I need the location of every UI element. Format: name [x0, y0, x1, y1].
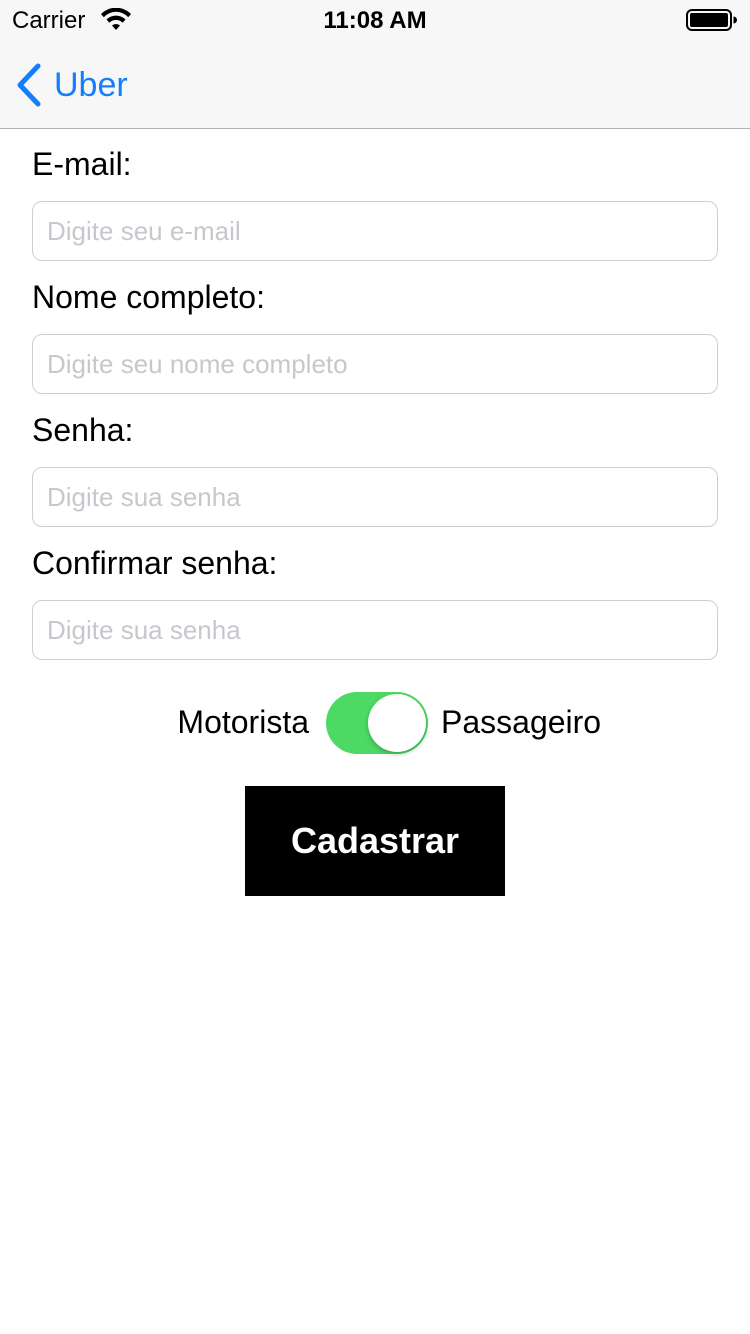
- chevron-left-icon: [17, 63, 41, 107]
- full-name-field[interactable]: [32, 334, 718, 394]
- switch-knob: [368, 694, 426, 752]
- navigation-bar: Uber: [0, 40, 750, 129]
- password-field[interactable]: [32, 467, 718, 527]
- password-label: Senha:: [32, 412, 134, 448]
- email-field[interactable]: [32, 201, 718, 261]
- passenger-label: Passageiro: [441, 704, 602, 740]
- back-button-label: Uber: [54, 65, 128, 104]
- register-button[interactable]: Cadastrar: [245, 786, 505, 896]
- full-name-label: Nome completo:: [32, 279, 265, 315]
- status-bar: Carrier 11:08 AM: [0, 0, 750, 40]
- user-type-switch[interactable]: [326, 692, 428, 754]
- battery-icon: [686, 9, 737, 31]
- email-label: E-mail:: [32, 146, 132, 182]
- confirm-password-label: Confirmar senha:: [32, 545, 278, 581]
- clock-time: 11:08 AM: [323, 7, 427, 34]
- driver-label: Motorista: [177, 704, 309, 740]
- confirm-password-field[interactable]: [32, 600, 718, 660]
- user-type-toggle-row: Motorista Passageiro: [0, 692, 750, 754]
- back-button[interactable]: Uber: [14, 62, 128, 108]
